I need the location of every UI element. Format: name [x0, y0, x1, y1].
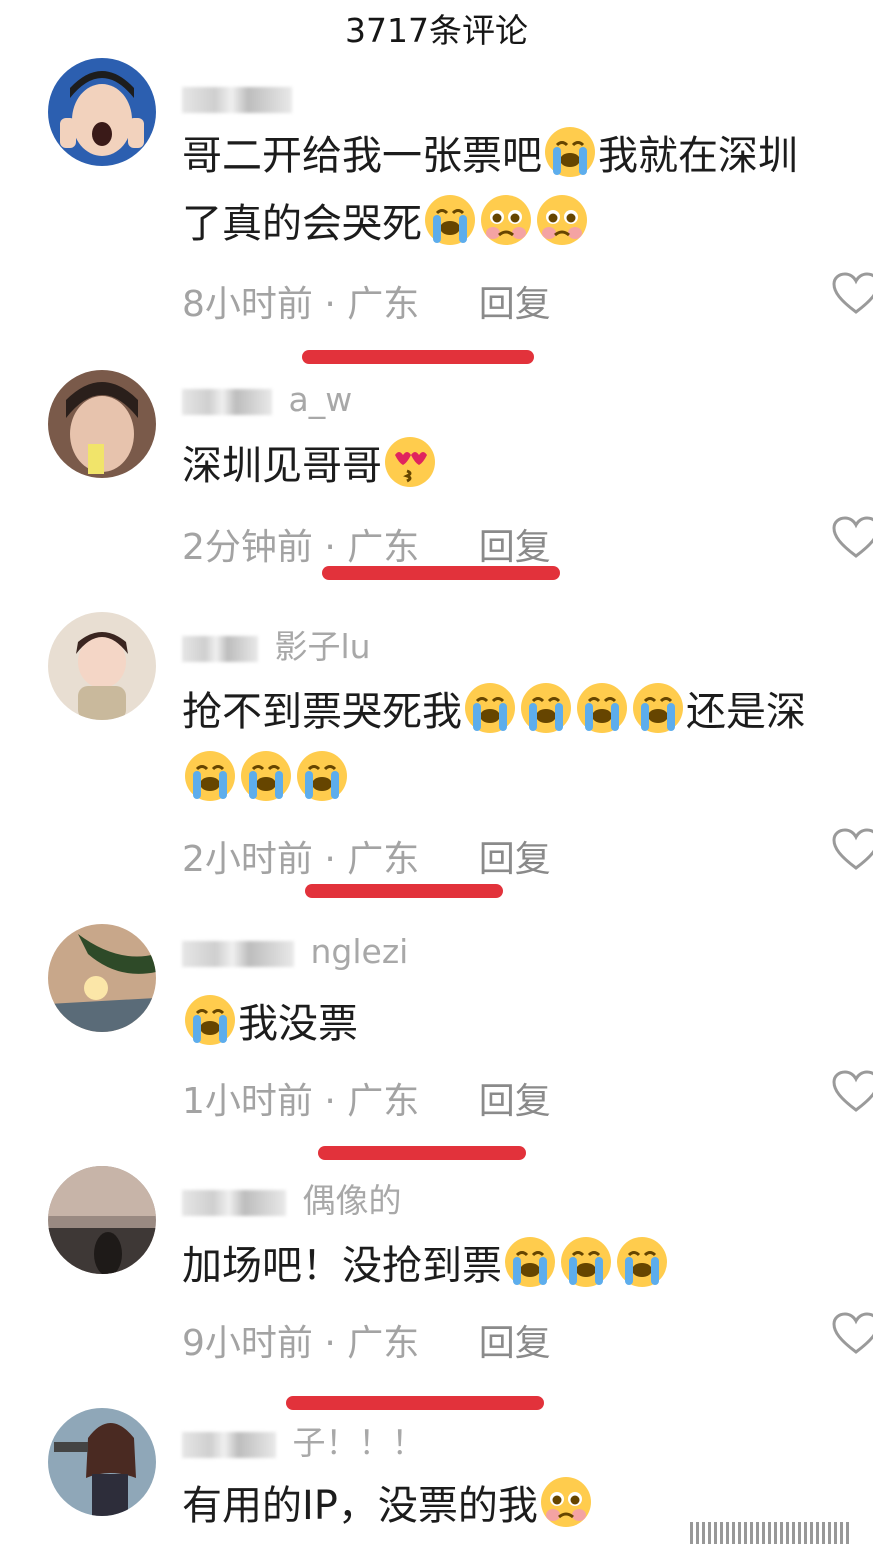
comment-text-segment: 了真的会哭死 [182, 201, 422, 247]
reply-button[interactable]: 回复 [479, 1323, 551, 1364]
avatar[interactable] [48, 1166, 156, 1274]
blurred-username [182, 1189, 286, 1216]
comment-count-title: 3717条评论 [345, 11, 528, 50]
comment-location: 广东 [347, 284, 420, 325]
like-heart-icon[interactable] [832, 516, 873, 560]
username[interactable] [182, 78, 298, 117]
username[interactable]: 子！！！ [182, 1416, 425, 1464]
comment-text: 加场吧！没抢到票 [182, 1232, 670, 1300]
crying-emoji-icon [559, 1235, 613, 1289]
avatar[interactable] [48, 1408, 156, 1516]
comment-text: 我没票 [182, 990, 358, 1058]
comment-location: 广东 [347, 1081, 420, 1122]
blurred-username [182, 86, 292, 113]
comment-time: 1小时前 [182, 1081, 313, 1122]
like-heart-icon[interactable] [832, 1312, 873, 1356]
comment-text-segment: 我没票 [238, 1001, 358, 1047]
reply-button[interactable]: 回复 [479, 284, 551, 325]
comment-line: 了真的会哭死 [182, 190, 798, 258]
username[interactable]: 偶像的 [182, 1174, 402, 1222]
comment-line: 哥二开给我一张票吧 我就在深圳 [182, 122, 798, 190]
blurred-username [182, 1431, 276, 1458]
comment-time: 2小时前 [182, 839, 313, 880]
comment-line [182, 746, 806, 814]
comment-text-segment: 我就在深圳 [598, 133, 798, 179]
comment-meta: 1小时前 · 广东 回复 [182, 1081, 551, 1122]
comment-text: 深圳见哥哥 [182, 432, 438, 500]
reply-button[interactable]: 回复 [479, 839, 551, 880]
comment-text: 有用的IP，没票的我 [182, 1472, 594, 1540]
blurred-username [182, 635, 258, 662]
comment-text-segment: 有用的IP，没票的我 [182, 1483, 538, 1529]
comment-text-segment: 哥二开给我一张票吧 [182, 133, 542, 179]
heart-eyes-kiss-emoji-icon [383, 435, 437, 489]
comment-text-segment: 加场吧！没抢到票 [182, 1243, 502, 1289]
blurred-username [182, 388, 272, 415]
like-heart-icon[interactable] [832, 1070, 873, 1114]
username[interactable]: 影子lu [182, 620, 371, 668]
red-underline-annotation [286, 1396, 544, 1410]
reply-button[interactable]: 回复 [479, 1081, 551, 1122]
pleading-emoji-icon [479, 193, 533, 247]
crying-emoji-icon [519, 681, 573, 735]
crying-emoji-icon [615, 1235, 669, 1289]
comment-line: 加场吧！没抢到票 [182, 1232, 670, 1300]
crying-emoji-icon [575, 681, 629, 735]
crying-emoji-icon [239, 749, 293, 803]
crying-emoji-icon [631, 681, 685, 735]
comment-line: 深圳见哥哥 [182, 432, 438, 500]
username[interactable]: nglezi [182, 932, 408, 971]
like-heart-icon[interactable] [832, 828, 873, 872]
comment-text-segment: 还是深 [686, 689, 806, 735]
crying-emoji-icon [503, 1235, 557, 1289]
avatar[interactable] [48, 58, 156, 166]
watermark-stamp [690, 1522, 850, 1544]
comment-time: 2分钟前 [182, 527, 313, 568]
comment-time: 8小时前 [182, 284, 313, 325]
comment-line: 有用的IP，没票的我 [182, 1472, 594, 1540]
comment-meta: 9小时前 · 广东 回复 [182, 1323, 551, 1364]
pleading-emoji-icon [539, 1475, 593, 1529]
red-underline-annotation [322, 566, 560, 580]
crying-emoji-icon [183, 993, 237, 1047]
comment-line: 我没票 [182, 990, 358, 1058]
comment-text: 抢不到票哭死我 还是深 [182, 678, 806, 814]
like-heart-icon[interactable] [832, 272, 873, 316]
red-underline-annotation [305, 884, 503, 898]
comment-location: 广东 [347, 1323, 420, 1364]
avatar[interactable] [48, 612, 156, 720]
crying-emoji-icon [423, 193, 477, 247]
comment-text: 哥二开给我一张票吧 我就在深圳 了真的会哭死 [182, 122, 798, 258]
comment-line: 抢不到票哭死我 还是深 [182, 678, 806, 746]
crying-emoji-icon [295, 749, 349, 803]
comment-meta: 2分钟前 · 广东 回复 [182, 527, 551, 568]
comment-meta: 2小时前 · 广东 回复 [182, 839, 551, 880]
comment-text-segment: 深圳见哥哥 [182, 443, 382, 489]
red-underline-annotation [318, 1146, 526, 1160]
comment-meta: 8小时前 · 广东 回复 [182, 284, 551, 325]
reply-button[interactable]: 回复 [479, 527, 551, 568]
avatar[interactable] [48, 370, 156, 478]
username[interactable]: a_w [182, 380, 352, 419]
blurred-username [182, 940, 294, 967]
crying-emoji-icon [183, 749, 237, 803]
comment-text-segment: 抢不到票哭死我 [182, 689, 462, 735]
avatar[interactable] [48, 924, 156, 1032]
comment-location: 广东 [347, 527, 420, 568]
red-underline-annotation [302, 350, 534, 364]
comment-location: 广东 [347, 839, 420, 880]
pleading-emoji-icon [535, 193, 589, 247]
crying-emoji-icon [463, 681, 517, 735]
comment-time: 9小时前 [182, 1323, 313, 1364]
crying-emoji-icon [543, 125, 597, 179]
